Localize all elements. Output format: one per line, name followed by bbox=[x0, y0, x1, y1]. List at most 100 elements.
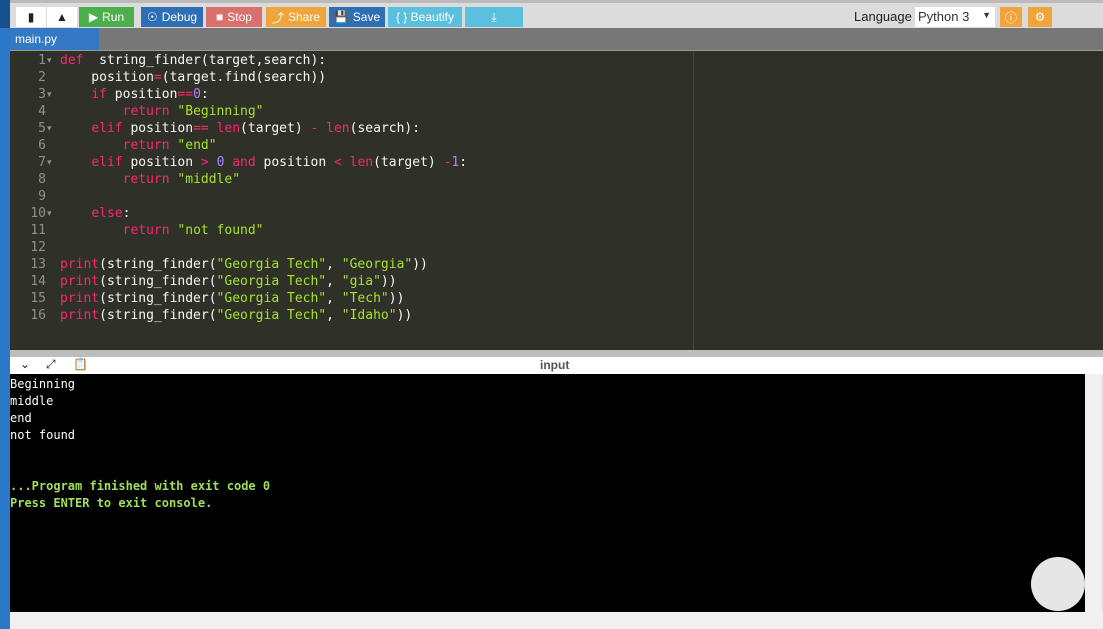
line-number: 5 bbox=[38, 121, 46, 136]
code-line: return "end" bbox=[60, 137, 217, 154]
code-token: return bbox=[122, 104, 170, 119]
console-line: Press ENTER to exit console. bbox=[10, 496, 213, 510]
code-token: "Georgia Tech" bbox=[216, 274, 327, 289]
info-button[interactable]: ⓘ bbox=[1000, 7, 1022, 27]
code-token: , bbox=[326, 274, 342, 289]
console-scrollbar[interactable] bbox=[1085, 374, 1101, 612]
stop-button[interactable]: ■ Stop bbox=[206, 7, 262, 27]
code-line: print(string_finder("Georgia Tech", "gia… bbox=[60, 273, 397, 290]
expand-icon[interactable]: ⤢ bbox=[46, 357, 56, 372]
fold-arrow-icon[interactable]: ▾ bbox=[47, 55, 52, 66]
code-token: : bbox=[200, 87, 209, 102]
resize-handle[interactable] bbox=[10, 350, 1103, 357]
stop-icon: ■ bbox=[216, 10, 224, 24]
fold-arrow-icon[interactable]: ▾ bbox=[47, 89, 52, 100]
debug-button[interactable]: ☉ Debug bbox=[141, 7, 203, 27]
line-number: 3 bbox=[38, 87, 46, 102]
code-token: return bbox=[122, 172, 170, 187]
code-token: print bbox=[60, 274, 100, 289]
fold-arrow-icon[interactable]: ▾ bbox=[47, 157, 52, 168]
download-button[interactable]: ⤓ bbox=[465, 7, 523, 27]
code-token: "end" bbox=[169, 138, 217, 153]
code-token: (string_finder( bbox=[99, 257, 217, 272]
upload-button[interactable]: ▲ bbox=[47, 7, 77, 27]
code-token: , bbox=[326, 257, 342, 272]
code-token: "Tech" bbox=[341, 291, 389, 306]
code-token: = bbox=[153, 70, 162, 85]
fold-arrow-icon[interactable]: ▾ bbox=[47, 123, 52, 134]
share-icon: ⤴ bbox=[271, 10, 284, 25]
status-bar bbox=[10, 612, 1103, 629]
dropdown-arrow-icon: ▼ bbox=[982, 10, 991, 20]
line-number: 2 bbox=[38, 70, 46, 85]
code-token: (string_finder( bbox=[99, 291, 217, 306]
code-line: def string_finder(target,search): bbox=[60, 52, 326, 69]
chat-widget-button[interactable] bbox=[1031, 557, 1085, 611]
code-token: position bbox=[60, 70, 154, 85]
code-token: return bbox=[122, 223, 170, 238]
beautify-button[interactable]: { } Beautify bbox=[388, 7, 462, 27]
code-token: position bbox=[106, 87, 178, 102]
line-number: 6 bbox=[38, 138, 46, 153]
language-select[interactable]: Python 3 ▼ bbox=[915, 7, 995, 27]
code-token: "Georgia" bbox=[341, 257, 413, 272]
code-token: len bbox=[326, 121, 350, 136]
code-token: (target) bbox=[373, 155, 444, 170]
clipboard-icon[interactable]: 📋 bbox=[73, 357, 88, 371]
code-line: else: bbox=[60, 205, 130, 222]
code-token: print bbox=[60, 257, 100, 272]
code-line: print(string_finder("Georgia Tech", "Geo… bbox=[60, 256, 428, 273]
code-token: "Beginning" bbox=[169, 104, 264, 119]
console-output[interactable]: Beginning middle end not found ...Program fi… bbox=[10, 374, 1085, 612]
code-token: "Georgia Tech" bbox=[216, 291, 327, 306]
code-token: == bbox=[193, 121, 209, 136]
code-token: < bbox=[333, 155, 342, 170]
code-token: position bbox=[255, 155, 334, 170]
code-line: print(string_finder("Georgia Tech", "Ida… bbox=[60, 307, 412, 324]
save-button[interactable]: 💾 Save bbox=[329, 7, 385, 27]
fold-arrow-icon[interactable]: ▾ bbox=[47, 208, 52, 219]
code-token: , bbox=[326, 291, 342, 306]
code-line: print(string_finder("Georgia Tech", "Tec… bbox=[60, 290, 404, 307]
code-token: "gia" bbox=[341, 274, 381, 289]
code-token: def bbox=[60, 53, 84, 68]
share-button[interactable]: ⤴ Share bbox=[266, 7, 326, 27]
new-file-button[interactable]: ▮ bbox=[16, 7, 46, 27]
code-line: if position==0: bbox=[60, 86, 209, 103]
code-token: "Georgia Tech" bbox=[216, 257, 327, 272]
line-number: 9 bbox=[38, 189, 46, 204]
code-token: and bbox=[232, 155, 256, 170]
console-line: Beginning bbox=[10, 377, 76, 391]
collapse-icon[interactable]: ⌄ bbox=[20, 357, 30, 371]
code-token: (search): bbox=[349, 121, 421, 136]
line-number: 12 bbox=[30, 240, 46, 255]
code-token: position bbox=[122, 121, 194, 136]
settings-button[interactable]: ⚙ bbox=[1028, 7, 1052, 27]
code-editor[interactable]: 1 ▾ 2 3 ▾ 4 5 ▾ 6 7 ▾ 8 9 10 ▾ 11 12 13 14 15 16 def string_… bbox=[10, 50, 1103, 350]
left-sidebar-strip bbox=[0, 0, 10, 629]
code-line: elif position== len(target) - len(search… bbox=[60, 120, 420, 137]
code-token: elif bbox=[91, 155, 123, 170]
code-token: , bbox=[326, 308, 342, 323]
code-line: elif position > 0 and position < len(tar… bbox=[60, 154, 467, 171]
info-icon: ⓘ bbox=[1004, 10, 1017, 25]
run-button[interactable]: ▶ Run bbox=[79, 7, 134, 27]
console-line: end bbox=[10, 411, 32, 425]
code-token: "Idaho" bbox=[341, 308, 397, 323]
print-margin bbox=[693, 51, 694, 350]
language-label: Language bbox=[854, 9, 912, 24]
tab-main-py[interactable]: main.py bbox=[10, 28, 99, 50]
code-token: print bbox=[60, 308, 100, 323]
code-line: return "Beginning" bbox=[60, 103, 264, 120]
console-line: ...Program finished with exit code 0 bbox=[10, 479, 271, 493]
code-token: )) bbox=[388, 291, 405, 306]
play-icon: ▶ bbox=[88, 10, 99, 24]
